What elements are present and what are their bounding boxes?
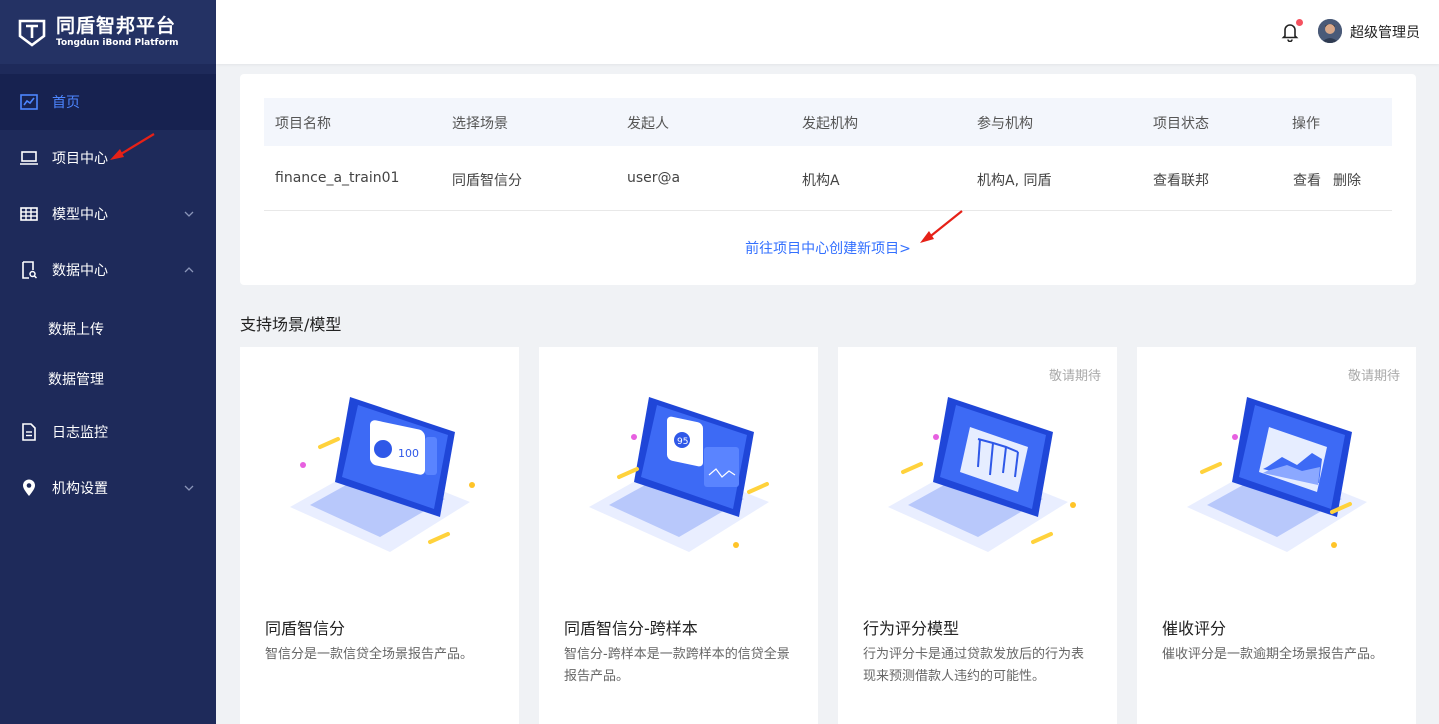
sidebar-subitem-label: 数据管理: [48, 372, 104, 388]
sidebar-nav: 首页 项目中心 模型中心 数据中心 数据上传 数据管理 日志监控 机构设置: [0, 64, 216, 516]
scenario-card[interactable]: 100 同盾智信分 智信分是一款信贷全场景报告产品。: [240, 347, 519, 724]
participants-cell: 机构A, 同盾: [977, 173, 1052, 189]
scenario-title: 催收评分: [1162, 619, 1227, 638]
chevron-up-icon: [184, 267, 194, 273]
avatar[interactable]: [1318, 19, 1342, 43]
sidebar-item-label: 首页: [52, 95, 80, 111]
sidebar-subitem-label: 数据上传: [48, 322, 104, 338]
delete-button[interactable]: 删除: [1333, 170, 1361, 190]
laptop-area-chart-illustration: [1187, 397, 1367, 552]
laptop-score-illustration: 100: [290, 397, 475, 552]
sidebar-item-model-center[interactable]: 模型中心: [0, 186, 216, 242]
sidebar-item-org-settings[interactable]: 机构设置: [0, 460, 216, 516]
scenario-title: 同盾智信分-跨样本: [564, 619, 698, 638]
section-title: 支持场景/模型: [240, 315, 342, 334]
brand-name-en: Tongdun iBond Platform: [56, 37, 179, 48]
notification-dot: [1296, 19, 1303, 26]
view-federation-link[interactable]: 查看联邦: [1153, 170, 1209, 190]
sidebar: 同盾智邦平台 Tongdun iBond Platform 首页 项目中心 模型…: [0, 0, 216, 724]
sidebar-item-project-center[interactable]: 项目中心: [0, 130, 216, 186]
column-header: 项目状态: [1153, 116, 1209, 132]
sidebar-item-label: 模型中心: [52, 207, 108, 223]
sidebar-item-label: 项目中心: [52, 151, 108, 167]
scenario-description: 智信分是一款信贷全场景报告产品。: [265, 647, 474, 662]
table-row: finance_a_train01 同盾智信分 user@a 机构A 机构A, …: [264, 146, 1392, 211]
user-name[interactable]: 超级管理员: [1350, 22, 1420, 42]
column-header: 发起人: [627, 116, 669, 132]
initiator-cell: user@a: [627, 170, 681, 186]
create-project-link[interactable]: 前往项目中心创建新项目>: [745, 241, 911, 257]
svg-text:95: 95: [677, 437, 688, 447]
scene-cell: 同盾智信分: [452, 173, 522, 189]
shield-logo-icon: [18, 19, 46, 47]
scenario-description: 行为评分卡是通过贷款发放后的行为表现来预测借款人违约的可能性。: [863, 647, 1085, 684]
column-header: 发起机构: [802, 116, 858, 132]
svg-text:100: 100: [398, 447, 419, 460]
chevron-down-icon: [184, 485, 194, 491]
top-header: 超级管理员: [216, 0, 1439, 64]
column-header: 操作: [1292, 116, 1320, 132]
sidebar-item-data-center[interactable]: 数据中心: [0, 242, 216, 298]
project-name-cell: finance_a_train01: [275, 170, 400, 186]
location-pin-icon: [20, 479, 38, 497]
table-header: 项目名称 选择场景 发起人 发起机构 参与机构 项目状态 操作: [264, 98, 1392, 146]
chevron-down-icon: [184, 211, 194, 217]
scenario-title: 行为评分模型: [863, 619, 960, 638]
sidebar-item-home[interactable]: 首页: [0, 74, 216, 130]
scenario-card[interactable]: 敬请期待 行为评分模型 行为评分卡是通过贷款发放后的行为表现来预测借款人违约的可…: [838, 347, 1117, 724]
column-header: 参与机构: [977, 116, 1033, 132]
grid-icon: [20, 205, 38, 223]
sidebar-subitem-data-upload[interactable]: 数据上传: [0, 304, 216, 354]
sidebar-item-log-monitor[interactable]: 日志监控: [0, 404, 216, 460]
scenario-card[interactable]: 敬请期待 催收评分 催收评分是一款逾期全场景报告产品。: [1137, 347, 1416, 724]
sidebar-item-label: 数据中心: [52, 263, 108, 279]
scenario-description: 智信分-跨样本是一款跨样本的信贷全景报告产品。: [564, 647, 790, 684]
project-table-card: 项目名称 选择场景 发起人 发起机构 参与机构 项目状态 操作 finance_…: [240, 74, 1416, 285]
laptop-bar-chart-illustration: [888, 397, 1076, 552]
view-button[interactable]: 查看: [1293, 170, 1321, 190]
chart-line-icon: [20, 93, 38, 111]
brand-name: 同盾智邦平台: [56, 14, 177, 37]
create-project-row: 前往项目中心创建新项目>: [240, 238, 1416, 258]
laptop-icon: [20, 149, 38, 167]
scenario-title: 同盾智信分: [265, 619, 346, 638]
initiating-org-cell: 机构A: [802, 173, 840, 189]
laptop-dashboard-illustration: 95: [589, 397, 769, 552]
logo[interactable]: 同盾智邦平台 Tongdun iBond Platform: [0, 0, 216, 64]
file-icon: [20, 423, 38, 441]
document-search-icon: [20, 261, 38, 279]
scenario-card[interactable]: 95 同盾智信分-跨样本 智信分-跨样本是一款跨样本的信贷全景报告产品。: [539, 347, 818, 724]
column-header: 项目名称: [275, 116, 331, 132]
sidebar-item-label: 机构设置: [52, 481, 108, 497]
scenario-description: 催收评分是一款逾期全场景报告产品。: [1162, 647, 1384, 662]
column-header: 选择场景: [452, 116, 508, 132]
sidebar-subitem-data-management[interactable]: 数据管理: [0, 354, 216, 404]
sidebar-item-label: 日志监控: [52, 425, 108, 441]
